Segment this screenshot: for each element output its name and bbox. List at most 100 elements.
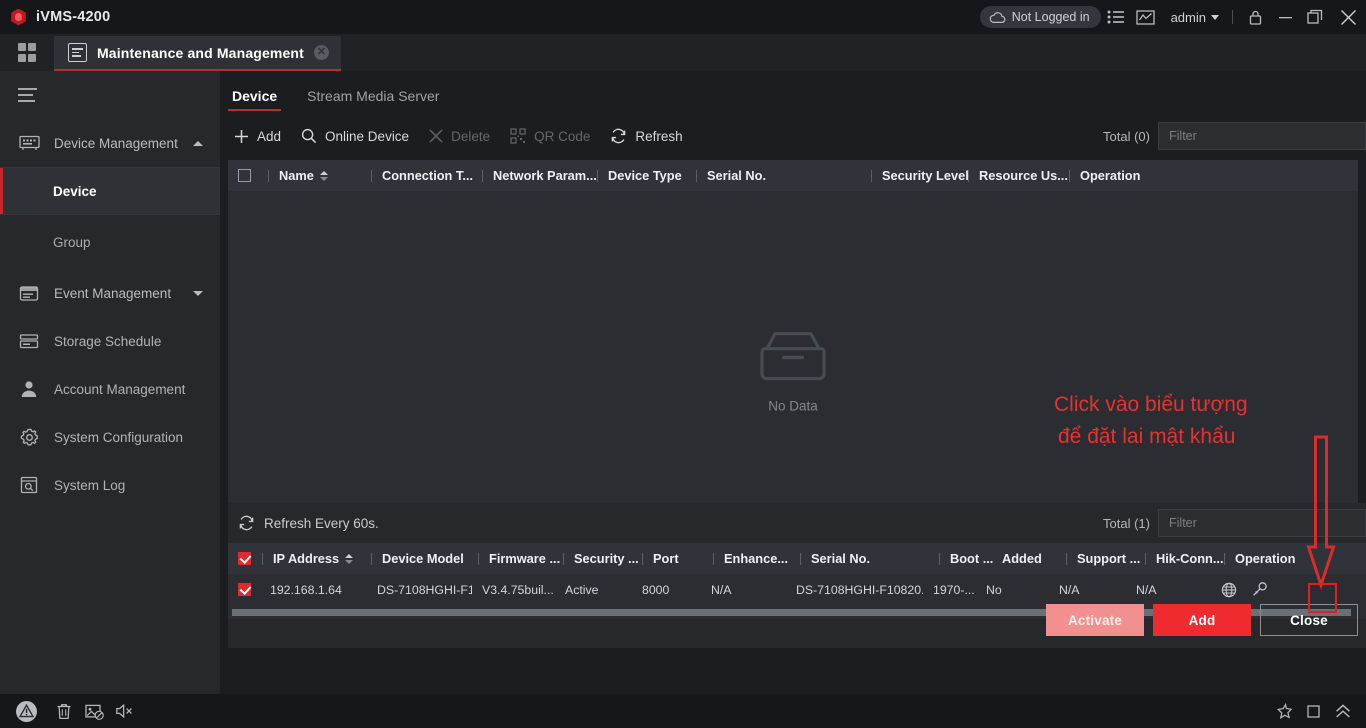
filter-input[interactable]	[1169, 129, 1355, 143]
statistics-chart-icon[interactable]	[1131, 0, 1161, 34]
warning-icon[interactable]	[16, 700, 37, 722]
column-header-serial-no[interactable]: Serial No.	[697, 160, 869, 191]
speaker-mute-icon[interactable]	[109, 694, 139, 728]
column-header-resource-usage[interactable]: Resource Us...	[969, 160, 1068, 191]
sidebar-item-device[interactable]: Device	[0, 167, 220, 215]
sort-arrows-icon[interactable]	[345, 553, 354, 564]
globe-icon[interactable]	[1221, 582, 1237, 598]
hamburger-menu-icon[interactable]	[0, 71, 220, 119]
double-chevron-up-icon[interactable]	[1328, 694, 1358, 728]
column-header-security-level[interactable]: Security Level	[872, 160, 969, 191]
sidebar-item-storage-schedule[interactable]: Storage Schedule	[0, 317, 220, 365]
key-reset-password-icon[interactable]	[1251, 581, 1268, 598]
column-header-enhanced-sdk[interactable]: Enhance...	[714, 543, 798, 574]
lock-icon[interactable]	[1240, 0, 1270, 34]
ivms-application-window: iVMS-4200 Not Logged in admin Maintenanc…	[0, 0, 1366, 728]
minimize-icon[interactable]	[1270, 0, 1300, 34]
chevron-up-icon	[193, 140, 203, 146]
row-checkbox-cell[interactable]	[228, 574, 260, 605]
trash-icon[interactable]	[49, 694, 79, 728]
select-all-checkbox-cell[interactable]	[228, 543, 260, 574]
add-button[interactable]: Add	[1153, 604, 1251, 636]
sidebar-item-label: Device	[53, 183, 97, 199]
table-row[interactable]: 192.168.1.64 DS-7108HGHI-F1 V3.4.75buil.…	[228, 574, 1366, 605]
column-header-hik-connect[interactable]: Hik-Conn...	[1146, 543, 1224, 574]
sidebar-item-event-management[interactable]: Event Management	[0, 269, 220, 317]
user-menu-button[interactable]: admin	[1161, 0, 1225, 34]
restore-icon[interactable]	[1300, 0, 1330, 34]
column-header-port[interactable]: Port	[643, 543, 711, 574]
add-button[interactable]: Add	[228, 117, 295, 155]
tab-stream-media-server[interactable]: Stream Media Server	[303, 88, 443, 111]
column-header-firmware-version[interactable]: Firmware ...	[479, 543, 561, 574]
pin-icon[interactable]	[1268, 694, 1298, 728]
sidebar-item-group[interactable]: Group	[0, 215, 220, 269]
column-header-device-type[interactable]: Device Type	[598, 160, 694, 191]
column-header-network-parameters[interactable]: Network Param...	[483, 160, 597, 191]
activate-button[interactable]: Activate	[1046, 604, 1144, 636]
empty-state: No Data	[228, 328, 1358, 413]
tab-maintenance-and-management[interactable]: Maintenance and Management ✕	[54, 36, 341, 71]
cell-support: N/A	[1059, 582, 1080, 597]
tab-label: Stream Media Server	[307, 88, 440, 104]
task-list-icon[interactable]	[1101, 0, 1131, 34]
auto-refresh-button[interactable]: Refresh Every 60s.	[228, 515, 379, 531]
sidebar-item-account-management[interactable]: Account Management	[0, 365, 220, 413]
refresh-button[interactable]: Refresh	[604, 117, 696, 155]
column-label: Resource Us...	[979, 168, 1068, 183]
select-all-checkbox-cell[interactable]	[228, 160, 266, 191]
column-header-serial-no[interactable]: Serial No.	[801, 543, 937, 574]
column-header-operation[interactable]: Operation	[1225, 543, 1295, 574]
sort-arrows-icon[interactable]	[319, 170, 328, 181]
close-icon[interactable]	[1330, 0, 1366, 34]
filter-input-wrapper[interactable]	[1158, 509, 1366, 537]
filter-input[interactable]	[1169, 516, 1355, 530]
column-header-security[interactable]: Security ...	[564, 543, 640, 574]
delete-button[interactable]: Delete	[423, 117, 504, 155]
column-label: Added	[1002, 551, 1042, 566]
column-header-added[interactable]: Added	[992, 543, 1064, 574]
select-all-checkbox[interactable]	[238, 169, 251, 182]
close-button[interactable]: Close	[1260, 604, 1358, 636]
cloud-icon	[989, 11, 1006, 23]
column-label: Device Type	[608, 168, 682, 183]
close-icon[interactable]: ✕	[313, 45, 329, 60]
sidebar-item-device-management[interactable]: Device Management	[0, 119, 220, 167]
chevron-down-icon	[193, 290, 203, 296]
event-management-icon	[18, 283, 40, 303]
search-icon	[301, 128, 317, 144]
column-label: Device Model	[382, 551, 464, 566]
device-management-icon	[18, 133, 40, 153]
column-header-operation[interactable]: Operation	[1070, 160, 1140, 191]
column-label: Security ...	[574, 551, 639, 566]
column-header-connection-type[interactable]: Connection T...	[372, 160, 480, 191]
sidebar-item-system-configuration[interactable]: System Configuration	[0, 413, 220, 461]
column-header-boot-time[interactable]: Boot ...	[940, 543, 993, 574]
column-header-name[interactable]: Name	[269, 160, 369, 191]
app-grid-icon[interactable]	[0, 34, 54, 71]
sidebar-item-system-log[interactable]: System Log	[0, 461, 220, 509]
filter-input-wrapper[interactable]	[1158, 122, 1366, 150]
login-status-button[interactable]: Not Logged in	[979, 6, 1101, 28]
online-device-button[interactable]: Online Device	[295, 117, 423, 155]
square-icon[interactable]	[1298, 694, 1328, 728]
column-label: IP Address	[273, 551, 340, 566]
button-label: Refresh	[635, 128, 683, 144]
online-device-panel: Refresh Every 60s. Total (1) IP Address …	[228, 503, 1366, 648]
refresh-icon	[239, 515, 254, 531]
select-all-checkbox[interactable]	[238, 552, 251, 565]
status-bar-right-controls	[1268, 694, 1358, 728]
row-checkbox[interactable]	[238, 583, 251, 596]
button-label: Delete	[451, 128, 491, 144]
column-header-ip-address[interactable]: IP Address	[263, 543, 369, 574]
image-disabled-icon[interactable]	[79, 694, 109, 728]
column-header-device-model[interactable]: Device Model	[372, 543, 476, 574]
user-name-label: admin	[1170, 9, 1206, 25]
qr-code-button[interactable]: QR Code	[504, 117, 604, 155]
gear-icon	[18, 427, 40, 447]
tab-device[interactable]: Device	[228, 88, 282, 111]
storage-schedule-icon	[18, 331, 40, 351]
column-label: Port	[653, 551, 679, 566]
title-bar-controls: Not Logged in admin	[979, 0, 1366, 34]
column-header-support[interactable]: Support ...	[1067, 543, 1143, 574]
